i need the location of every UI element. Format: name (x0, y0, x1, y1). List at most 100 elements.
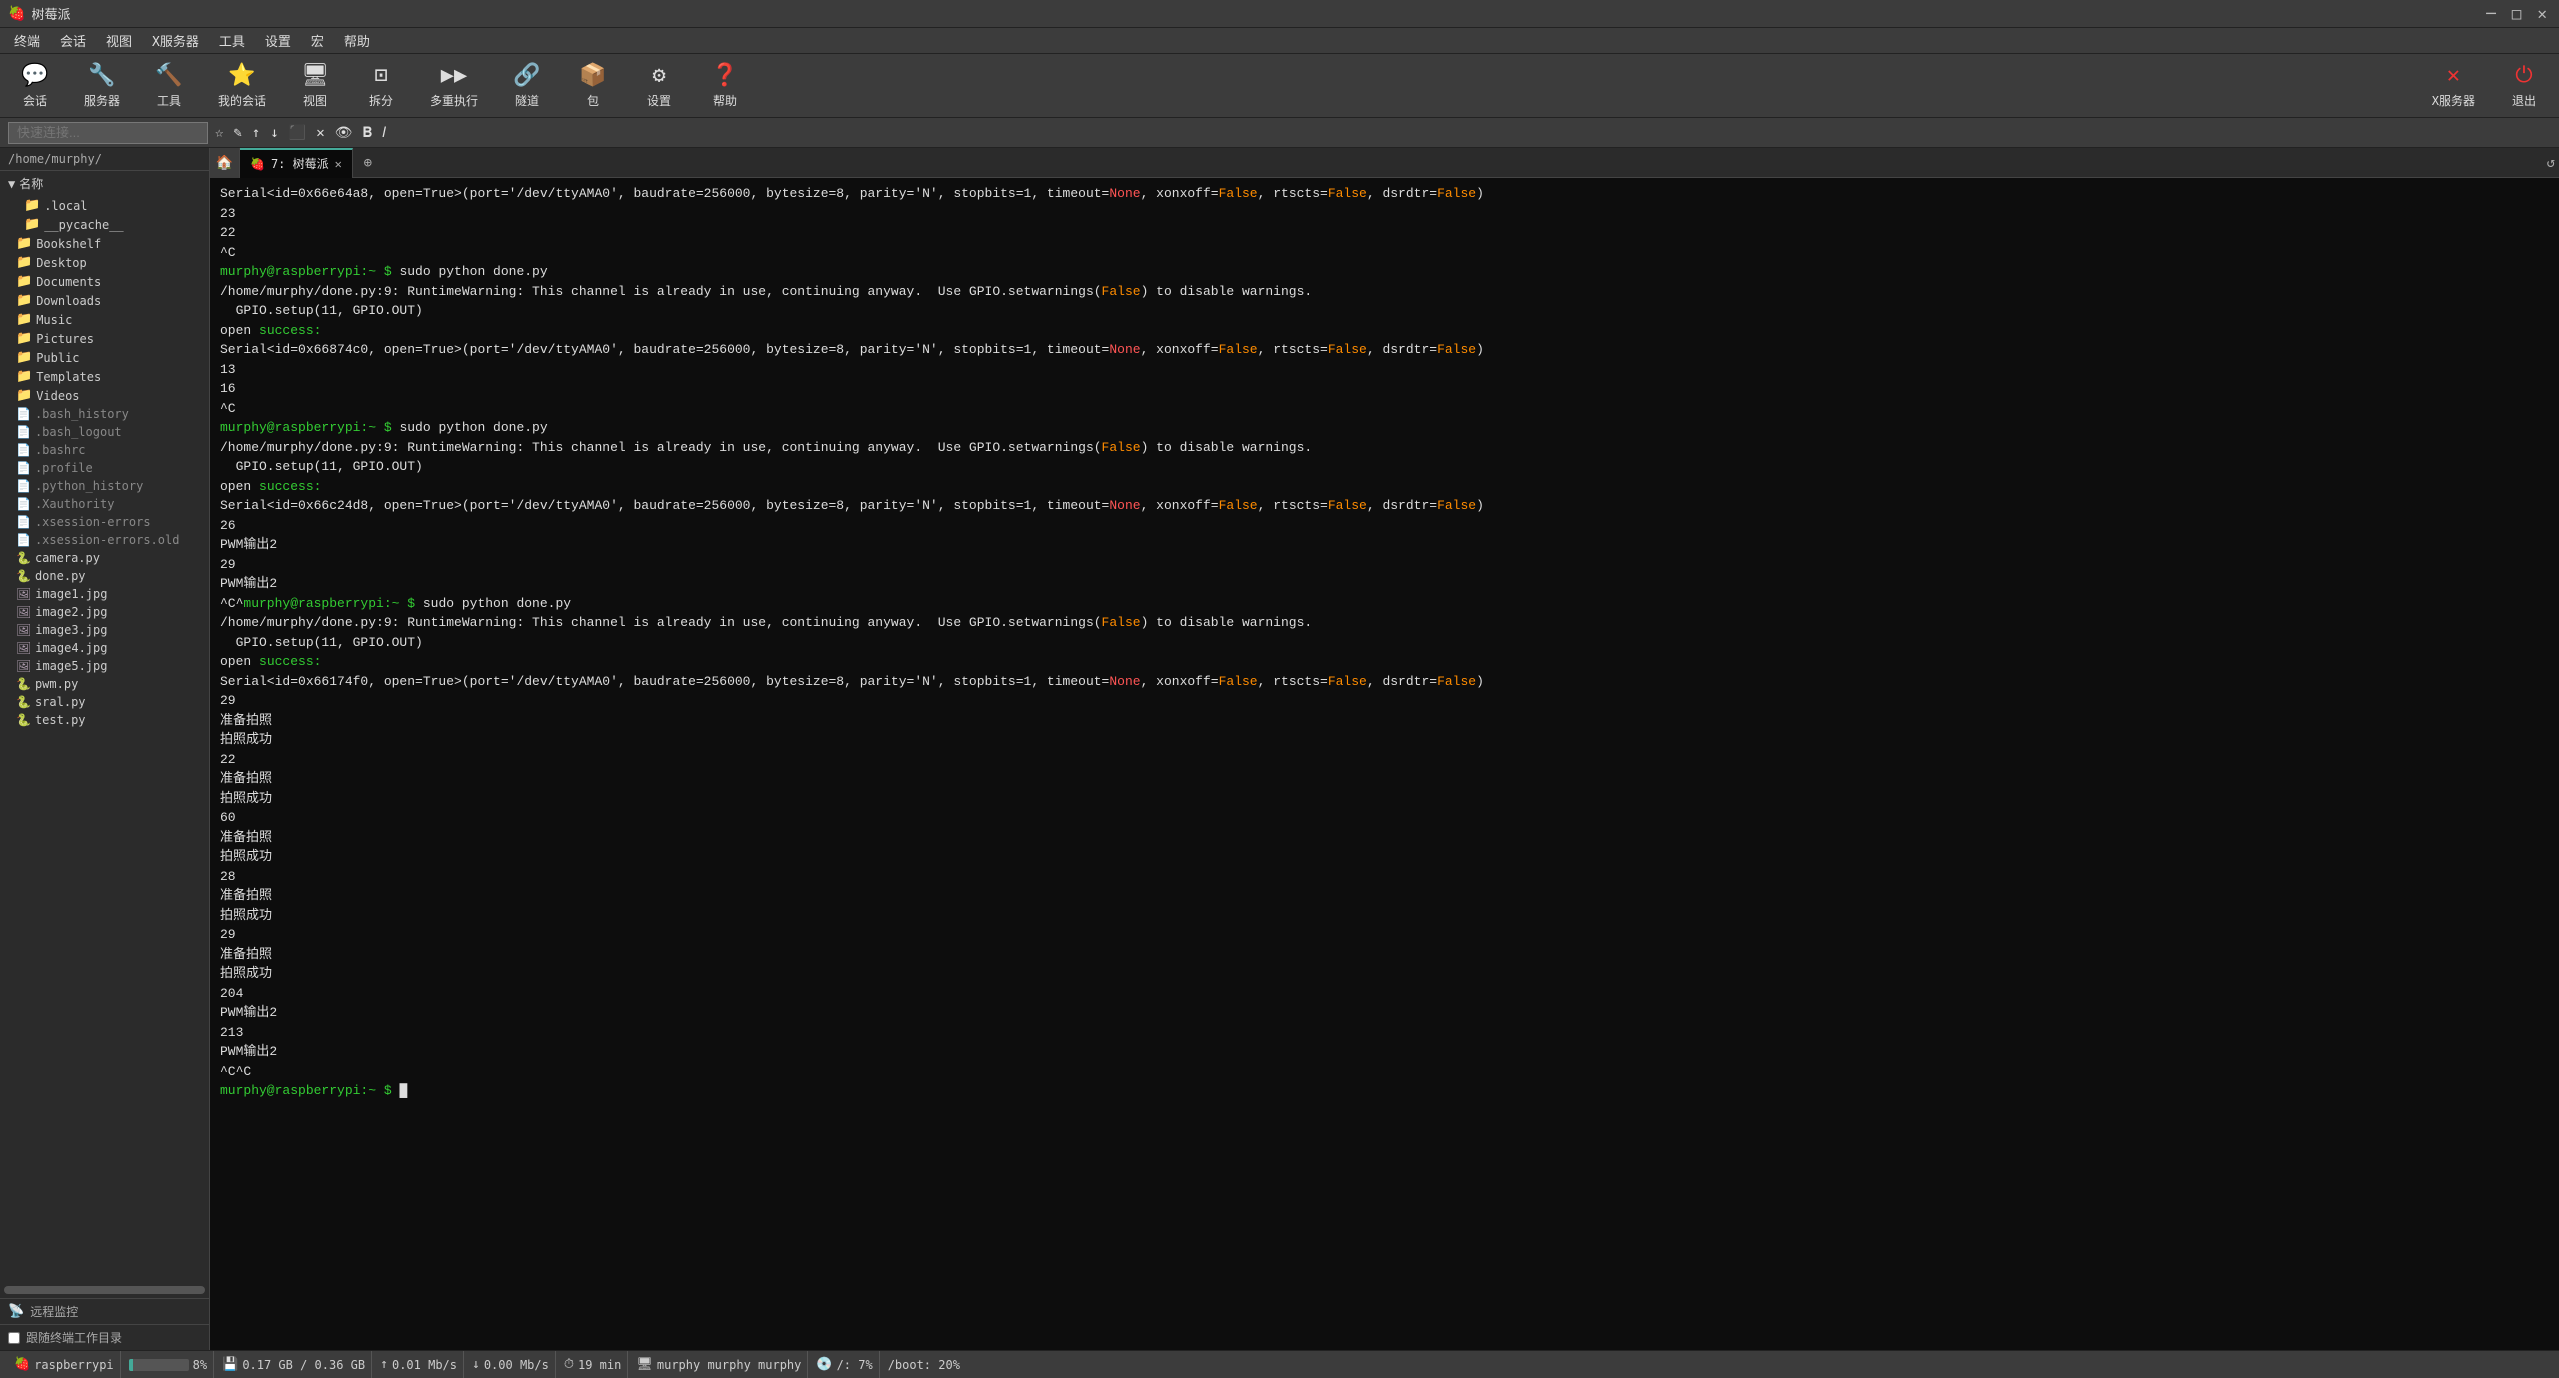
toolbar-tunnel[interactable]: 🔗 隧道 (502, 59, 552, 113)
tab-extra-button[interactable]: ⊕ (353, 148, 383, 178)
multiexec-icon: ▶▶ (441, 63, 468, 88)
toolbar-xserver[interactable]: ✕ X服务器 (2424, 59, 2483, 113)
sidebar-item-xsession-errors-old[interactable]: 📄 .xsession-errors.old (0, 531, 209, 549)
menu-macro[interactable]: 宏 (301, 29, 334, 52)
toolbar-exit[interactable]: ⏻ 退出 (2499, 59, 2549, 113)
toolbar-package[interactable]: 📦 包 (568, 59, 618, 113)
qc-close-icon[interactable]: ✕ (313, 123, 327, 143)
toolbar-settings[interactable]: ⚙ 设置 (634, 59, 684, 113)
menu-xserver[interactable]: X服务器 (142, 29, 209, 52)
clock-icon: ⏱ (564, 1357, 574, 1372)
qc-edit-icon[interactable]: ✎ (230, 123, 244, 143)
horizontal-scrollbar[interactable] (4, 1286, 205, 1294)
menu-terminal[interactable]: 终端 (4, 29, 50, 52)
close-button[interactable]: ✕ (2533, 4, 2551, 23)
sidebar-item-label: .bash_logout (35, 425, 122, 439)
sidebar-item-public[interactable]: 📁 Public (0, 348, 209, 367)
sidebar-item-label: test.py (35, 713, 86, 727)
terminal-line: 213 (220, 1023, 2549, 1043)
sidebar-item-image3[interactable]: 🖼 image3.jpg (0, 621, 209, 639)
sidebar-item-python-history[interactable]: 📄 .python_history (0, 477, 209, 495)
terminal-line: 准备拍照 (220, 769, 2549, 789)
toolbar-help[interactable]: ❓ 帮助 (700, 59, 750, 113)
sidebar-item-pwm-py[interactable]: 🐍 pwm.py (0, 675, 209, 693)
sidebar-item-pictures[interactable]: 📁 Pictures (0, 329, 209, 348)
sidebar-item-bash-logout[interactable]: 📄 .bash_logout (0, 423, 209, 441)
terminal-line: Serial<id=0x66174f0, open=True>(port='/d… (220, 672, 2549, 692)
sidebar-item-done-py[interactable]: 🐍 done.py (0, 567, 209, 585)
terminal-reset-icon[interactable]: ↺ (2547, 155, 2555, 171)
terminal-line: 拍照成功 (220, 906, 2549, 926)
tab-home-button[interactable]: 🏠 (210, 148, 240, 178)
qc-arrow-icon[interactable]: ↑ (249, 123, 263, 143)
menu-view[interactable]: 视图 (96, 29, 142, 52)
terminal-line: 26 (220, 516, 2549, 536)
sidebar-item-documents[interactable]: 📁 Documents (0, 272, 209, 291)
menu-settings[interactable]: 设置 (255, 29, 301, 52)
qc-arrow-down-icon[interactable]: ↓ (267, 123, 281, 143)
sidebar-item-local[interactable]: 📁 .local (0, 196, 209, 215)
qc-stop-icon[interactable]: ⬛ (286, 123, 309, 143)
sidebar-remote-monitor[interactable]: 📡 远程监控 (0, 1298, 209, 1324)
terminal-line: 22 (220, 750, 2549, 770)
tab-close-button[interactable]: ✕ (335, 157, 342, 171)
toolbar-mysession[interactable]: ⭐ 我的会话 (210, 59, 274, 113)
sidebar-item-xauthority[interactable]: 📄 .Xauthority (0, 495, 209, 513)
sidebar-item-xsession-errors[interactable]: 📄 .xsession-errors (0, 513, 209, 531)
sidebar-item-image1[interactable]: 🖼 image1.jpg (0, 585, 209, 603)
follow-workdir-checkbox[interactable] (8, 1332, 20, 1344)
app-title: 树莓派 (31, 4, 2482, 23)
file-icon: 📄 (16, 515, 31, 529)
sidebar-item-bashrc[interactable]: 📄 .bashrc (0, 441, 209, 459)
sidebar-item-image5[interactable]: 🖼 image5.jpg (0, 657, 209, 675)
sidebar-item-label: Videos (36, 389, 79, 403)
sidebar-item-bookshelf[interactable]: 📁 Bookshelf (0, 234, 209, 253)
sidebar-item-pycache[interactable]: 📁 __pycache__ (0, 215, 209, 234)
terminal-line: 29 (220, 555, 2549, 575)
sidebar-item-image2[interactable]: 🖼 image2.jpg (0, 603, 209, 621)
qc-italic-icon[interactable]: 𝐼 (379, 123, 389, 143)
toolbar-server[interactable]: 🔧 服务器 (76, 59, 128, 113)
qc-bold-icon[interactable]: 𝐁 (359, 123, 375, 143)
app-icon: 🍓 (8, 6, 25, 22)
sidebar-item-desktop[interactable]: 📁 Desktop (0, 253, 209, 272)
tools-icon: 🔨 (155, 63, 182, 88)
toolbar-tools[interactable]: 🔨 工具 (144, 59, 194, 113)
sidebar-item-sral-py[interactable]: 🐍 sral.py (0, 693, 209, 711)
sidebar-item-test-py[interactable]: 🐍 test.py (0, 711, 209, 729)
terminal-line: 拍照成功 (220, 730, 2549, 750)
terminal-line: murphy@raspberrypi:~ $ sudo python done.… (220, 262, 2549, 282)
status-download: ↓ 0.00 Mb/s (466, 1351, 556, 1378)
quick-connect-input[interactable] (8, 122, 208, 144)
toolbar-multiexec[interactable]: ▶▶ 多重执行 (422, 59, 486, 113)
sidebar-item-videos[interactable]: 📁 Videos (0, 386, 209, 405)
sidebar-item-bash-history[interactable]: 📄 .bash_history (0, 405, 209, 423)
qc-eye-icon[interactable]: 👁 (332, 123, 356, 143)
menu-help[interactable]: 帮助 (334, 29, 380, 52)
qc-star-icon[interactable]: ☆ (212, 123, 226, 143)
sidebar-item-profile[interactable]: 📄 .profile (0, 459, 209, 477)
toolbar-view[interactable]: 🖥 视图 (290, 59, 340, 113)
sidebar-item-image4[interactable]: 🖼 image4.jpg (0, 639, 209, 657)
menu-bar: 终端 会话 视图 X服务器 工具 设置 宏 帮助 (0, 28, 2559, 54)
exit-icon: ⏻ (2515, 63, 2532, 88)
tab-terminal[interactable]: 🍓 7: 树莓派 ✕ (240, 148, 353, 178)
toolbar-split[interactable]: ⊡ 拆分 (356, 59, 406, 113)
sidebar-item-downloads[interactable]: 📁 Downloads (0, 291, 209, 310)
maximize-button[interactable]: □ (2508, 4, 2526, 23)
toolbar-session[interactable]: 💬 会话 (10, 59, 60, 113)
minimize-button[interactable]: ─ (2482, 4, 2500, 23)
remote-monitor-label[interactable]: 远程监控 (30, 1303, 78, 1320)
menu-session[interactable]: 会话 (50, 29, 96, 52)
sidebar-item-camera-py[interactable]: 🐍 camera.py (0, 549, 209, 567)
sidebar-item-templates[interactable]: 📁 Templates (0, 367, 209, 386)
xserver-icon: ✕ (2447, 63, 2460, 88)
sidebar-follow-workdir: 跟随终端工作目录 (0, 1324, 209, 1350)
ram-icon: 💾 (222, 1357, 238, 1372)
menu-tools[interactable]: 工具 (209, 29, 255, 52)
terminal-screen[interactable]: Serial<id=0x66e64a8, open=True>(port='/d… (210, 178, 2559, 1350)
terminal-line: ^C^murphy@raspberrypi:~ $ sudo python do… (220, 594, 2549, 614)
cpu-bar (129, 1359, 189, 1371)
session-status-label: murphy murphy murphy (657, 1358, 802, 1372)
sidebar-item-music[interactable]: 📁 Music (0, 310, 209, 329)
